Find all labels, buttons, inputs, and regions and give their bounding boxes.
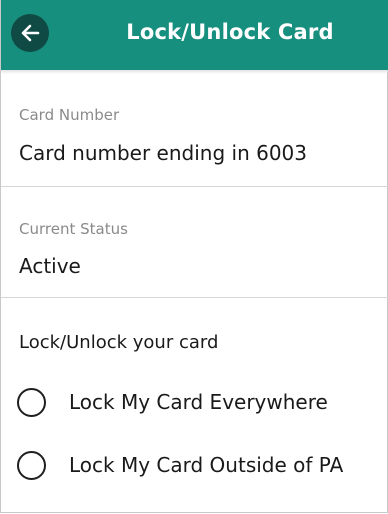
radio-button-lock-everywhere[interactable]: [17, 387, 46, 417]
current-status-label: Current Status: [19, 220, 128, 238]
card-number-value: Card number ending in 6003: [19, 141, 308, 165]
back-button[interactable]: [11, 14, 49, 52]
lock-section-heading: Lock/Unlock your card: [19, 332, 219, 353]
app-header: Lock/Unlock Card: [1, 0, 388, 70]
current-status-section: Current Status Active: [1, 187, 388, 298]
radio-button-lock-outside-pa[interactable]: [17, 450, 46, 480]
page-title: Lock/Unlock Card: [126, 20, 334, 44]
lock-everywhere-option[interactable]: Lock My Card Everywhere: [17, 382, 328, 422]
current-status-value: Active: [19, 254, 81, 278]
card-number-label: Card Number: [19, 106, 120, 124]
arrow-left-icon: [21, 24, 40, 42]
lock-everywhere-label: Lock My Card Everywhere: [69, 390, 328, 414]
app-frame: Lock/Unlock Card Card Number Card number…: [0, 0, 388, 513]
lock-outside-pa-label: Lock My Card Outside of PA: [69, 453, 344, 477]
card-number-section: Card Number Card number ending in 6003: [1, 74, 388, 187]
lock-outside-pa-option[interactable]: Lock My Card Outside of PA: [17, 445, 343, 485]
